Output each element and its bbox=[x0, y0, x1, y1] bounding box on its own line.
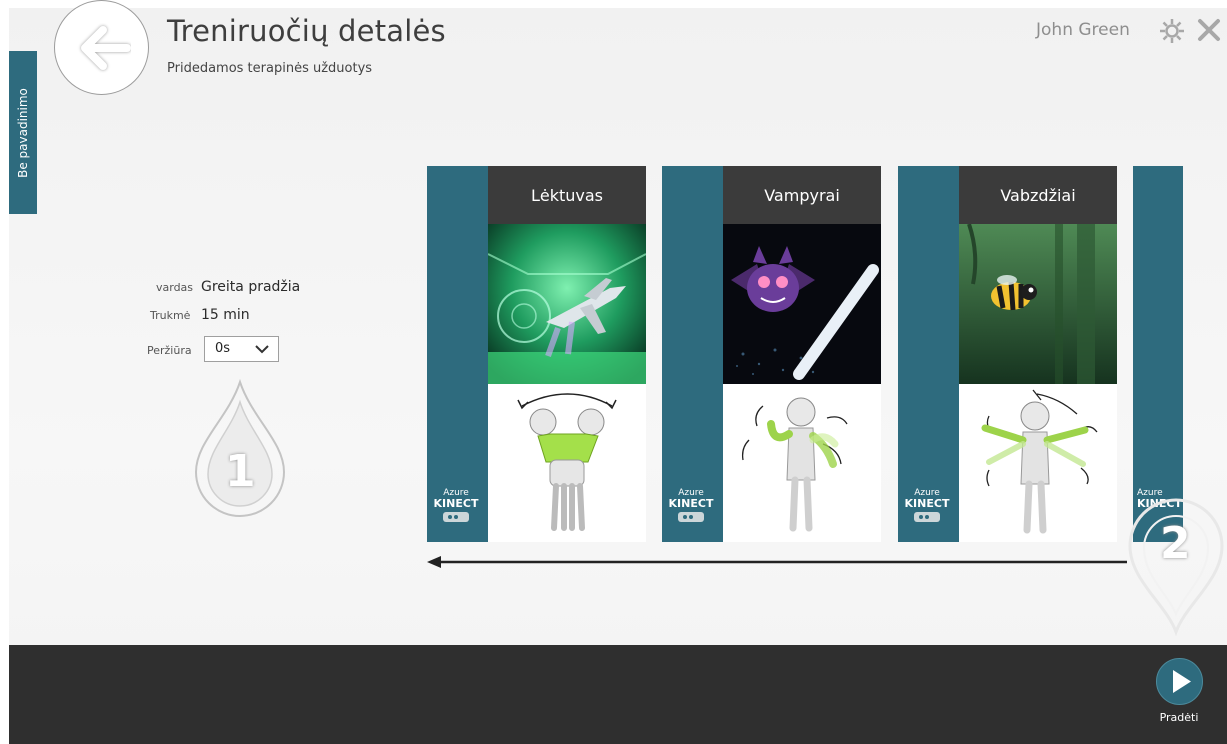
game-image-vampires bbox=[723, 224, 881, 384]
preview-select[interactable]: 0s bbox=[204, 336, 279, 362]
marker-number-1: 1 bbox=[225, 446, 256, 497]
user-name[interactable]: John Green bbox=[1036, 20, 1130, 40]
start-button[interactable]: Pradėti bbox=[1155, 657, 1205, 727]
kinect-badge: Azure KINECT bbox=[433, 489, 479, 525]
page-subtitle: Pridedamos terapinės užduotys bbox=[167, 61, 373, 76]
marker-number-2: 2 bbox=[1160, 518, 1191, 569]
back-button[interactable] bbox=[54, 0, 149, 95]
game-image-plane bbox=[488, 224, 646, 384]
exercise-figure-vampires bbox=[723, 384, 881, 542]
exercise-card-vampyrai[interactable]: Vampyrai Azure KINECT bbox=[662, 166, 881, 542]
exercise-card-vabzdziai[interactable]: Vabzdžiai Azure KINECT bbox=[898, 166, 1117, 542]
step-marker-1: 1 bbox=[192, 378, 288, 520]
exercise-card-lektuvas[interactable]: Lėktuvas Azure KINECT bbox=[427, 166, 646, 542]
card-title: Lėktuvas bbox=[488, 166, 646, 224]
exercise-card-partial[interactable]: Azure KINECT bbox=[1133, 166, 1183, 542]
kinect-toggle-icon bbox=[443, 512, 469, 522]
page-title: Treniruočių detalės bbox=[167, 14, 446, 48]
sidebar-tab-label: Be pavadinimo bbox=[16, 87, 30, 178]
bottom-command-bar bbox=[9, 645, 1227, 744]
step-marker-2: 2 bbox=[1126, 494, 1226, 637]
gear-icon[interactable] bbox=[1158, 17, 1186, 45]
name-value: Greita pradžia bbox=[201, 279, 301, 295]
close-icon[interactable] bbox=[1196, 17, 1222, 43]
kinect-badge-bottom: KINECT bbox=[668, 497, 714, 510]
kinect-badge: Azure KINECT bbox=[904, 489, 950, 525]
arrow-left-icon bbox=[81, 26, 131, 70]
game-image-insects bbox=[959, 224, 1117, 384]
exercise-figure-insects bbox=[959, 384, 1117, 542]
kinect-toggle-icon bbox=[914, 512, 940, 522]
start-button-label: Pradėti bbox=[1159, 711, 1199, 724]
duration-label: Trukmė bbox=[150, 309, 191, 322]
exercise-figure-plane bbox=[488, 384, 646, 542]
kinect-badge-bottom: KINECT bbox=[904, 497, 950, 510]
kinect-badge-bottom: KINECT bbox=[433, 497, 479, 510]
kinect-toggle-icon bbox=[678, 512, 704, 522]
play-icon bbox=[1173, 670, 1191, 693]
play-button-circle bbox=[1156, 658, 1203, 705]
kinect-badge: Azure KINECT bbox=[668, 489, 714, 525]
preview-label: Peržiūra bbox=[147, 344, 192, 357]
duration-value: 15 min bbox=[201, 307, 250, 323]
card-title: Vampyrai bbox=[723, 166, 881, 224]
scroll-left-arrow-icon[interactable] bbox=[427, 555, 1127, 569]
preview-select-value: 0s bbox=[215, 341, 231, 356]
sidebar-tab-untitled[interactable]: Be pavadinimo bbox=[9, 51, 37, 214]
name-label: vardas bbox=[156, 281, 194, 294]
card-title: Vabzdžiai bbox=[959, 166, 1117, 224]
chevron-down-icon bbox=[255, 345, 269, 354]
